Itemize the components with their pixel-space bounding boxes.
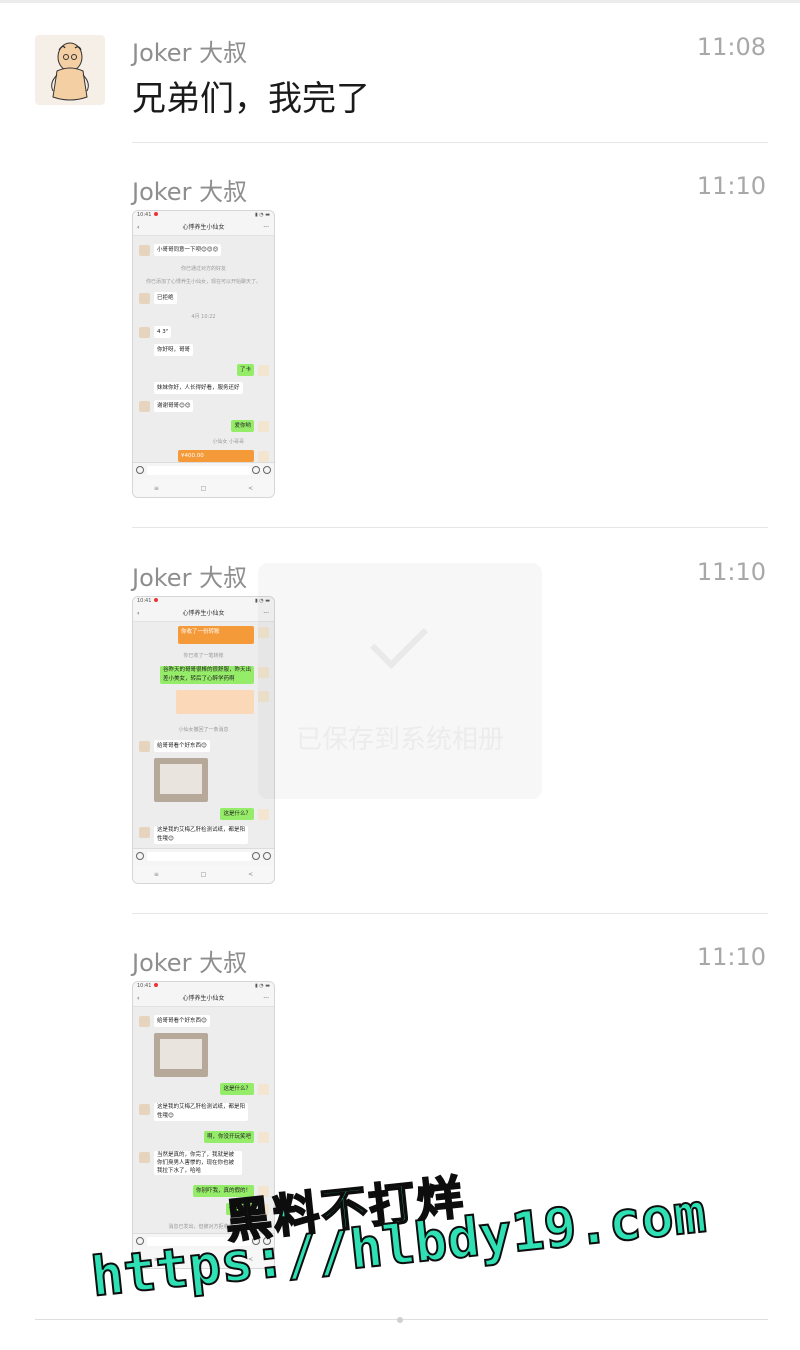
list-item: 这是我的艾梅乙肝检测试纸，都是阳性哦😊 [133,826,274,844]
list-item: 爱你哟 [133,420,274,434]
list-item: 已拒绝 [133,292,274,306]
photo-thumbnail [154,1033,208,1077]
list-item: 你好呀，哥哥 [133,344,274,358]
saved-toast: 已保存到系统相册 [258,563,542,799]
system-note: 你已添加了心悸养生小仙女，现在可以开始聊天了。 [145,279,261,285]
page-dot [397,1317,403,1323]
list-item: 给哥哥看个好东西😊 [133,740,274,754]
input-bar [133,462,274,479]
message-time: 11:10 [696,558,766,586]
chevron-left-icon: ‹ [137,224,140,231]
status-bar: 10:41 ▮ ◔ ▬ [133,597,274,607]
chevron-left-icon: ‹ [137,610,140,617]
list-item: 妹妹你好，人长得好看，服务还好 [133,382,274,396]
list-item: 这是什么？ [133,1083,274,1097]
list-item: 啊，你没开玩笑吧 [133,1131,274,1145]
sender-name: Joker 大叔 [132,564,248,592]
system-note: 你已收了一笔转账 [183,653,224,659]
screenshot-image-2[interactable]: 10:41 ▮ ◔ ▬ ‹ 心悸养生小仙女 ··· 你收了一份转账 你已收了一笔转账 … [132,596,275,884]
photo-thumbnail [154,758,208,802]
list-item: 当然是真的，你完了，我就是被你们臭男人害惨的，现在你也被我拉下水了，哈哈 [133,1151,274,1175]
chevron-left-icon: ‹ [137,995,140,1002]
list-item: 你收了一份转账 [133,626,274,644]
list-item: 谢谢哥哥😊😊 [133,400,274,414]
list-item [133,690,274,714]
checkmark-icon [370,611,428,669]
ellipsis-icon: ··· [263,995,269,1002]
cartoon-man-icon [51,42,89,101]
list-item: 给哥哥看个好东西😊 [133,1015,274,1029]
chat-header: ‹ 心悸养生小仙女 ··· [133,607,274,622]
nav-bar: ≡ □ < [133,479,274,497]
message-text: 兄弟们，我完了 [132,79,370,119]
toast-text: 已保存到系统相册 [295,725,504,755]
divider [132,142,768,143]
list-item: 小哥哥同意一下呗😊😊😊 [133,244,274,258]
top-border [0,0,800,3]
list-item: 谷昨天的哥哥很棒的很舒服，昨天出差小美女，转后了心醉学药啊 [133,666,274,684]
screenshot-image-1[interactable]: 10:41 ▮ ◔ ▬ ‹ 心悸养生小仙女 ··· 小哥哥同意一下呗😊😊😊 你已通过对… [132,210,275,498]
system-note: 小仙女撤回了一条消息 [178,727,229,733]
status-bar: 10:41 ▮ ◔ ▬ [133,982,274,992]
chat-header: ‹ 心悸养生小仙女 ··· [133,221,274,236]
nav-bar: ≡ □ < [133,865,274,883]
sender-name: Joker 大叔 [132,178,248,206]
chat-header: ‹ 心悸养生小仙女 ··· [133,992,274,1007]
message-time: 11:08 [696,33,766,61]
status-bar: 10:41 ▮ ◔ ▬ [133,211,274,221]
list-item: 4 3" [133,326,274,340]
message-time: 11:10 [696,943,766,971]
list-item: 这是我的艾梅乙肝检测试纸，都是阳性哦😊 [133,1103,274,1121]
system-note: 4月 10:22 [191,314,216,320]
message-time: 11:10 [696,172,766,200]
message-1[interactable]: Joker 大叔 11:08 兄弟们，我完了 [132,33,768,119]
sender-name: Joker 大叔 [132,39,248,67]
sender-avatar[interactable] [35,35,105,105]
ellipsis-icon: ··· [263,224,269,231]
input-bar [133,848,274,865]
message-2[interactable]: Joker 大叔 11:10 10:41 ▮ ◔ ▬ ‹ 心悸养生小仙女 ··· 小哥… [132,172,768,502]
divider [132,913,768,914]
divider [132,527,768,528]
system-note: 你已通过对方的好友 [180,266,226,272]
system-note: 小仙女 小哥哥 [212,439,244,445]
sender-name: Joker 大叔 [132,949,248,977]
list-item: 了卡 [133,364,274,378]
list-item: 这是什么？ [133,808,274,822]
